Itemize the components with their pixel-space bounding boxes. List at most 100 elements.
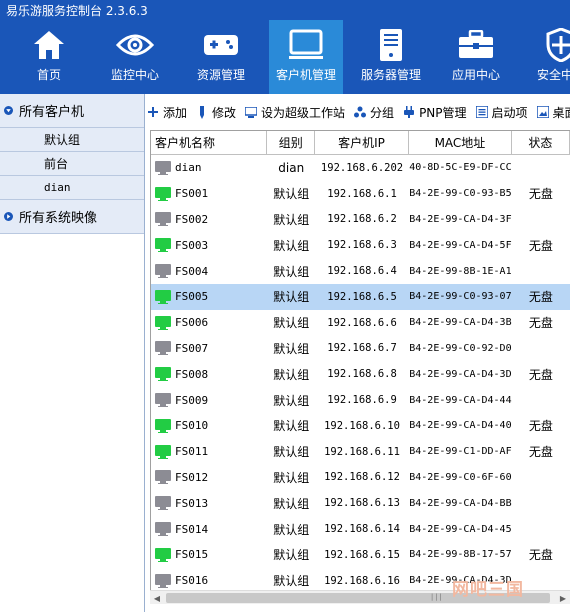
cell-ip: 192.168.6.15 [324,548,400,561]
offline-computer-icon [155,160,171,175]
pencil-icon [195,105,209,119]
nav-application-center[interactable]: 应用中心 [439,20,513,94]
toolbox-icon [439,28,513,62]
set-super-workstation-button[interactable]: 设为超级工作站 [244,104,345,121]
startup-items-button[interactable]: 启动项 [475,104,528,121]
cell-ip: 192.168.6.13 [324,497,400,510]
column-header-mac[interactable]: MAC地址 [409,131,512,155]
watermark: 网吧三国 [452,580,524,600]
tree-item-default-group[interactable]: 默认组 [0,128,144,152]
client-name-text: FS003 [175,238,209,252]
table-row[interactable]: FS011 默认组 192.168.6.11 B4-2E-99-C1-DD-AF 无盘 [151,439,570,465]
workstation-icon [244,105,258,119]
table-row[interactable]: FS014 默认组 192.168.6.14 B4-2E-99-CA-D4-45 [151,516,570,542]
cell-mac: B4-2E-99-CA-D4-3F [409,213,512,225]
list-icon [475,105,489,119]
client-name-text: FS016 [175,574,209,588]
column-header-ip[interactable]: 客户机IP [315,131,410,155]
table-row[interactable]: FS004 默认组 192.168.6.4 B4-2E-99-8B-1E-A1 [151,258,570,284]
cell-status: 无盘 [528,548,553,563]
tree-item-dian[interactable]: dian [0,176,144,200]
cell-mac: B4-2E-99-CA-D4-3D [409,368,512,380]
table-row[interactable]: FS007 默认组 192.168.6.7 B4-2E-99-C0-92-D0 [151,336,570,362]
add-button[interactable]: 添加 [146,104,187,121]
table-row[interactable]: FS002 默认组 192.168.6.2 B4-2E-99-CA-D4-3F [151,207,570,233]
tree-item-front-desk[interactable]: 前台 [0,152,144,176]
table-row[interactable]: FS001 默认组 192.168.6.1 B4-2E-99-C0-93-B5 无盘 [151,181,570,207]
table-row[interactable]: dian dian 192.168.6.202 40-8D-5C-E9-DF-CC [151,155,570,181]
offline-computer-icon [155,496,171,511]
nav-resource-management[interactable]: 资源管理 [184,20,258,94]
client-name-text: FS011 [175,445,209,459]
group-icon [353,105,367,119]
desktop-button[interactable]: 桌面 [536,104,570,121]
nav-monitor-center[interactable]: 监控中心 [98,20,172,94]
cell-client-name: FS007 [151,336,267,362]
table-row[interactable]: FS012 默认组 192.168.6.12 B4-2E-99-C0-6F-60 [151,465,570,491]
table-row[interactable]: FS009 默认组 192.168.6.9 B4-2E-99-CA-D4-44 [151,387,570,413]
cell-status: 无盘 [528,367,553,382]
cell-status: 无盘 [528,445,553,460]
tree-item-label: 前台 [44,157,69,171]
cell-mac: B4-2E-99-C0-93-B5 [409,188,512,200]
offline-computer-icon [155,264,171,279]
client-name-text: FS014 [175,522,209,536]
cell-mac: B4-2E-99-C0-6F-60 [409,471,512,483]
cell-status [512,465,570,491]
cell-client-name: FS003 [151,232,267,258]
online-computer-icon [155,547,171,562]
scroll-right-icon[interactable]: ▶ [556,591,570,605]
column-header-status[interactable]: 状态 [512,131,570,155]
offline-computer-icon [155,341,171,356]
startup-label: 启动项 [491,105,528,120]
pnp-management-button[interactable]: PNP管理 [402,104,467,121]
app-title: 易乐游服务控制台 2.3.6.3 [6,4,148,18]
cell-ip: 192.168.6.3 [327,239,397,252]
table-row[interactable]: FS003 默认组 192.168.6.3 B4-2E-99-CA-D4-5F 无盘 [151,232,570,258]
cell-group: 默认组 [273,238,310,253]
cell-group: 默认组 [273,290,310,305]
group-button[interactable]: 分组 [353,104,394,121]
cell-mac: B4-2E-99-C0-92-D0 [409,342,512,354]
client-name-text: FS007 [175,341,209,355]
expand-icon[interactable] [4,106,13,115]
column-header-name[interactable]: 客户机名称 [151,131,268,155]
cell-client-name: FS016 [151,568,267,590]
table-row[interactable]: FS006 默认组 192.168.6.6 B4-2E-99-CA-D4-3B 无盘 [151,310,570,336]
tree-node-all-clients[interactable]: 所有客户机 [0,94,144,128]
tree-node-label: 所有客户机 [19,105,85,120]
add-label: 添加 [163,105,188,120]
gamepad-icon [184,28,258,62]
monitor-icon [269,28,343,62]
column-header-group[interactable]: 组别 [267,131,315,155]
group-label: 分组 [370,105,395,120]
online-computer-icon [155,238,171,253]
table-row[interactable]: FS015 默认组 192.168.6.15 B4-2E-99-8B-17-57 无盘 [151,542,570,568]
cell-status [512,258,570,284]
cell-group: 默认组 [273,445,310,460]
cell-group: 默认组 [273,264,310,279]
cell-ip: 192.168.6.9 [327,394,397,407]
scroll-left-icon[interactable]: ◀ [150,591,164,605]
table-row[interactable]: FS013 默认组 192.168.6.13 B4-2E-99-CA-D4-BB [151,490,570,516]
table-row[interactable]: FS008 默认组 192.168.6.8 B4-2E-99-CA-D4-3D 无盘 [151,361,570,387]
cell-mac: B4-2E-99-8B-1E-A1 [409,265,512,277]
collapse-icon[interactable] [4,212,13,221]
cell-status [512,207,570,233]
nav-server-management[interactable]: 服务器管理 [354,20,428,94]
cell-group: dian [278,160,305,175]
nav-client-management[interactable]: 客户机管理 [269,20,343,94]
table-row[interactable]: FS010 默认组 192.168.6.10 B4-2E-99-CA-D4-40 无盘 [151,413,570,439]
client-name-text: FS005 [175,290,209,304]
client-name-text: FS010 [175,419,209,433]
edit-button[interactable]: 修改 [195,104,236,121]
set-super-label: 设为超级工作站 [261,105,346,120]
cell-status: 无盘 [528,238,553,253]
nav-home[interactable]: 首页 [12,20,86,94]
table-row[interactable]: FS005 默认组 192.168.6.5 B4-2E-99-C0-93-07 无盘 [151,283,570,310]
client-name-text: FS002 [175,212,209,226]
cell-client-name: FS015 [151,542,267,568]
nav-security-center[interactable]: 安全中心 [524,20,570,94]
desktop-label: 桌面 [552,105,570,120]
tree-node-all-images[interactable]: 所有系统映像 [0,200,144,234]
